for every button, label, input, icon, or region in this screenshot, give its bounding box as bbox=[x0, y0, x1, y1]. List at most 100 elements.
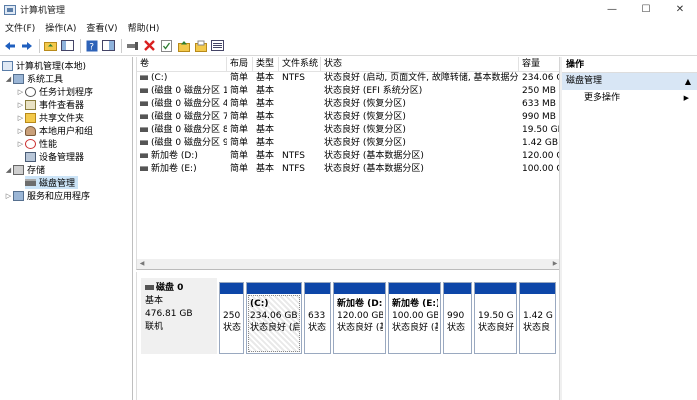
folder-up-icon[interactable] bbox=[176, 38, 191, 53]
column-header-capacity[interactable]: 容量 bbox=[519, 57, 559, 72]
expand-arrow-icon[interactable]: ▷ bbox=[16, 101, 25, 109]
volume-icon bbox=[140, 127, 148, 132]
table-row[interactable]: 新加卷 (D:) 简单 基本 NTFS 状态良好 (基本数据分区) 120.00… bbox=[137, 150, 559, 163]
services-icon bbox=[13, 190, 24, 201]
expand-arrow-icon[interactable]: ▷ bbox=[4, 192, 13, 200]
partition-block-selected[interactable]: (C:) 234.06 GB N 状态良好 (启 bbox=[246, 282, 302, 354]
tree-item-device-manager[interactable]: 设备管理器 bbox=[25, 150, 84, 163]
volume-layout: 简单 bbox=[230, 73, 249, 83]
column-header-type[interactable]: 类型 bbox=[253, 57, 279, 72]
folder-open-icon[interactable] bbox=[193, 38, 208, 53]
partition-label: 新加卷 (D: bbox=[337, 299, 383, 309]
close-button[interactable]: ✕ bbox=[663, 0, 697, 19]
submenu-arrow-icon: ▶ bbox=[683, 94, 689, 102]
tree-item-services-apps[interactable]: ▷ 服务和应用程序 bbox=[4, 189, 90, 202]
help-icon[interactable]: ? bbox=[84, 38, 99, 53]
check-icon[interactable] bbox=[159, 38, 174, 53]
more-actions-item[interactable]: 更多操作 ▶ bbox=[562, 90, 697, 106]
expand-arrow-icon[interactable]: ▷ bbox=[16, 114, 25, 122]
volume-capacity: 1.42 GB bbox=[522, 138, 559, 148]
tree-item-system-tools[interactable]: ◢ 系统工具 bbox=[4, 72, 63, 85]
tree-label: 系统工具 bbox=[27, 75, 64, 85]
partition-block[interactable]: 990 状态 bbox=[443, 282, 472, 354]
partition-size: 990 bbox=[447, 311, 465, 321]
storage-icon bbox=[13, 164, 24, 175]
partition-block[interactable]: 19.50 GE 状态良好 bbox=[474, 282, 517, 354]
volume-layout: 简单 bbox=[230, 112, 249, 122]
volume-type: 基本 bbox=[256, 164, 275, 174]
table-row[interactable]: (磁盘 0 磁盘分区 8) 简单 基本 状态良好 (恢复分区) 19.50 GE bbox=[137, 124, 559, 137]
volume-icon bbox=[140, 101, 148, 106]
partition-block[interactable]: 新加卷 (D: 120.00 GB 状态良好 (基 bbox=[333, 282, 386, 354]
console-tree-icon[interactable] bbox=[60, 38, 75, 53]
view-icon[interactable] bbox=[210, 38, 225, 53]
column-header-layout[interactable]: 布局 bbox=[227, 57, 253, 72]
column-header-volume[interactable]: 卷 bbox=[137, 57, 227, 72]
volume-status: 状态良好 (恢复分区) bbox=[324, 125, 406, 135]
actions-section-disk-management[interactable]: 磁盘管理 ▲ bbox=[562, 73, 697, 90]
up-folder-icon[interactable] bbox=[43, 38, 58, 53]
table-row[interactable]: (磁盘 0 磁盘分区 1) 简单 基本 状态良好 (EFI 系统分区) 250 … bbox=[137, 85, 559, 98]
minimize-button[interactable]: — bbox=[595, 0, 629, 19]
forward-arrow-icon[interactable] bbox=[19, 38, 34, 53]
volume-capacity: 250 MB bbox=[522, 86, 556, 96]
disk-info[interactable]: 磁盘 0 基本 476.81 GB 联机 bbox=[141, 278, 217, 354]
expand-arrow-icon[interactable]: ▷ bbox=[16, 140, 25, 148]
partition-block[interactable]: 1.42 GE 状态良 bbox=[519, 282, 556, 354]
tree-item-disk-management[interactable]: 磁盘管理 bbox=[25, 176, 79, 189]
expand-arrow-icon[interactable]: ▷ bbox=[16, 88, 25, 96]
table-row[interactable]: (磁盘 0 磁盘分区 9) 简单 基本 状态良好 (恢复分区) 1.42 GB bbox=[137, 137, 559, 150]
title-bar: 计算机管理 — ☐ ✕ bbox=[0, 0, 697, 19]
menu-view[interactable]: 查看(V) bbox=[81, 21, 122, 34]
partition-block[interactable]: 250 状态 bbox=[219, 282, 244, 354]
properties-icon[interactable] bbox=[101, 38, 116, 53]
table-row[interactable]: 新加卷 (E:) 简单 基本 NTFS 状态良好 (基本数据分区) 100.00… bbox=[137, 163, 559, 176]
disk-drive-icon bbox=[145, 285, 154, 290]
scroll-left-icon[interactable]: ◀ bbox=[137, 259, 147, 269]
tree-root[interactable]: 计算机管理(本地) bbox=[2, 59, 86, 72]
column-header-status[interactable]: 状态 bbox=[321, 57, 519, 72]
tree-label: 事件查看器 bbox=[39, 101, 85, 111]
clock-icon bbox=[25, 86, 36, 97]
tree-item-event-viewer[interactable]: ▷ 事件查看器 bbox=[16, 98, 84, 111]
volume-status: 状态良好 (基本数据分区) bbox=[324, 164, 424, 174]
menu-action[interactable]: 操作(A) bbox=[40, 21, 81, 34]
menu-help[interactable]: 帮助(H) bbox=[123, 21, 165, 34]
table-row[interactable]: (C:) 简单 基本 NTFS 状态良好 (启动, 页面文件, 故障转储, 基本… bbox=[137, 72, 559, 85]
collapse-caret-icon[interactable]: ▲ bbox=[685, 73, 691, 90]
collapse-arrow-icon[interactable]: ◢ bbox=[4, 75, 13, 83]
tree-item-task-scheduler[interactable]: ▷ 任务计划程序 bbox=[16, 85, 93, 98]
column-header-filesystem[interactable]: 文件系统 bbox=[279, 57, 321, 72]
tree-item-performance[interactable]: ▷ 性能 bbox=[16, 137, 57, 150]
volume-name: (磁盘 0 磁盘分区 8) bbox=[151, 125, 227, 135]
partition-status: 状态 bbox=[308, 323, 327, 333]
volume-fs: NTFS bbox=[282, 164, 305, 174]
more-actions-label: 更多操作 bbox=[584, 93, 621, 103]
performance-icon bbox=[25, 138, 36, 149]
table-row[interactable]: (磁盘 0 磁盘分区 7) 简单 基本 状态良好 (恢复分区) 990 MB bbox=[137, 111, 559, 124]
expand-arrow-icon[interactable]: ▷ bbox=[16, 127, 25, 135]
shared-folder-icon bbox=[25, 112, 36, 123]
maximize-button[interactable]: ☐ bbox=[629, 0, 663, 19]
actions-pane: 操作 磁盘管理 ▲ 更多操作 ▶ bbox=[562, 57, 697, 400]
table-row[interactable]: (磁盘 0 磁盘分区 4) 简单 基本 状态良好 (恢复分区) 633 MB bbox=[137, 98, 559, 111]
tree-item-storage[interactable]: ◢ 存储 bbox=[4, 163, 45, 176]
volume-fs bbox=[279, 98, 321, 111]
partition-block[interactable]: 新加卷 (E:) 100.00 GB 状态良好 (基 bbox=[388, 282, 441, 354]
volume-fs bbox=[279, 137, 321, 150]
back-arrow-icon[interactable] bbox=[2, 38, 17, 53]
disk-type: 基本 bbox=[145, 296, 164, 306]
scroll-right-icon[interactable]: ▶ bbox=[550, 259, 559, 269]
tree-item-local-users[interactable]: ▷ 本地用户和组 bbox=[16, 124, 93, 137]
horizontal-scrollbar[interactable]: ◀ ▶ bbox=[137, 259, 559, 269]
volume-capacity: 633 MB bbox=[522, 99, 556, 109]
collapse-arrow-icon[interactable]: ◢ bbox=[4, 166, 13, 174]
window-title: 计算机管理 bbox=[20, 6, 66, 16]
partition-block[interactable]: 633 状态 bbox=[304, 282, 331, 354]
tree-item-shared-folders[interactable]: ▷ 共享文件夹 bbox=[16, 111, 84, 124]
connect-icon[interactable] bbox=[125, 38, 140, 53]
volume-type: 基本 bbox=[256, 151, 275, 161]
menu-file[interactable]: 文件(F) bbox=[0, 21, 40, 34]
volume-layout: 简单 bbox=[230, 86, 249, 96]
delete-icon[interactable] bbox=[142, 38, 157, 53]
